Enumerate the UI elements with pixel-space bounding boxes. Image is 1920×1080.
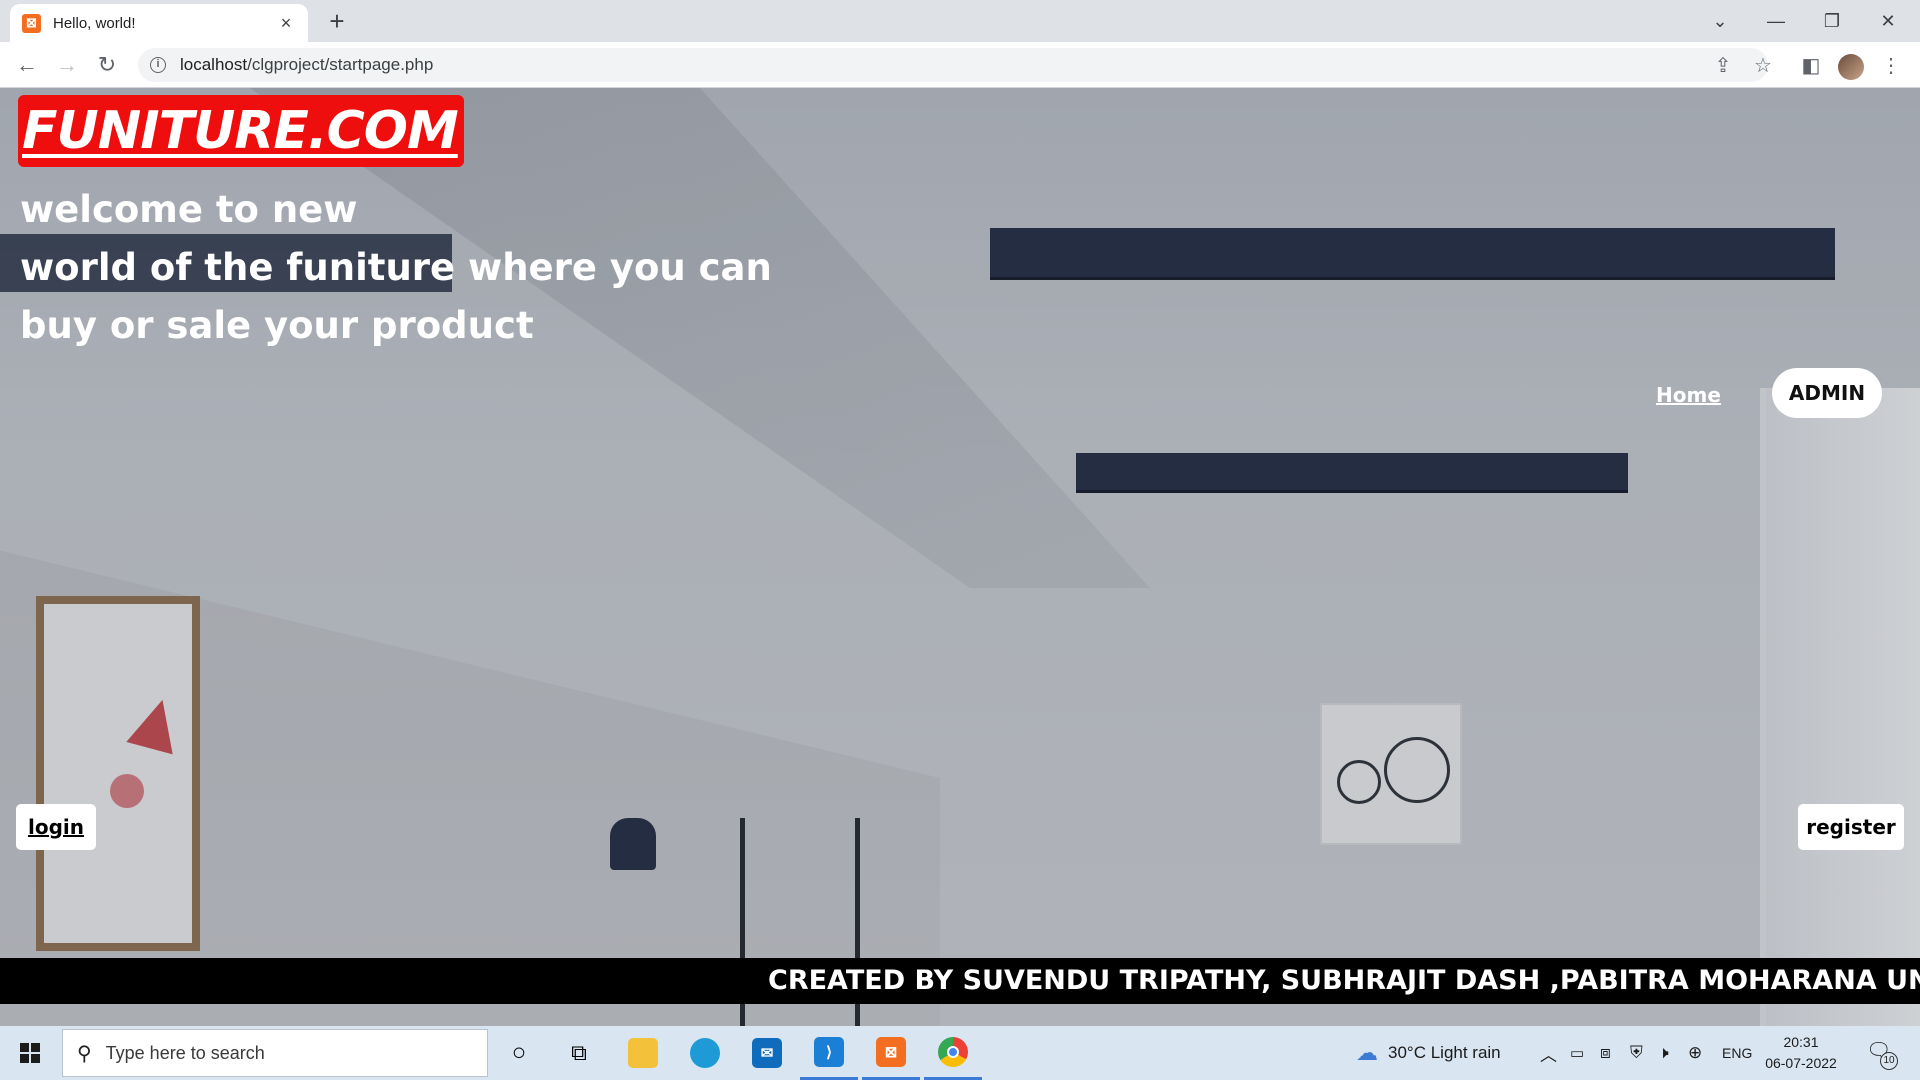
taskbar-search-box[interactable]: ⚲ Type here to search [62,1029,488,1077]
windows-logo-icon [20,1043,40,1063]
task-view-icon: ⧉ [571,1040,587,1065]
page-viewport: FUNITURE.COM welcome to new world of the… [0,88,1920,1026]
notification-count-badge: 10 [1880,1052,1898,1070]
credits-marquee: CREATED BY SUVENDU TRIPATHY, SUBHRAJIT D… [0,958,1920,1004]
new-tab-button[interactable]: + [322,7,352,37]
chrome-icon [938,1036,968,1067]
windows-taskbar: ⚲ Type here to search ○ ⧉ ✉ ⟩ ⊠ ☁ 30°C L… [0,1026,1920,1080]
url-text[interactable]: localhost/clgproject/startpage.php [180,55,433,75]
bookmark-star-icon[interactable]: ☆ [1748,50,1778,80]
volume-muted-icon[interactable]: 🕨 [1658,1026,1669,1080]
clock-time: 20:31 [1783,1034,1819,1050]
weather-widget[interactable]: ☁ 30°C Light rain [1356,1026,1501,1080]
tab-title: Hello, world! [53,14,136,32]
forward-button[interactable]: → [52,50,82,80]
login-button[interactable]: login [16,804,96,850]
xampp-favicon-icon: ⊠ [22,13,41,33]
share-icon[interactable]: ⇪ [1708,50,1738,80]
browser-tab-strip: ⊠ Hello, world! × + ⌄ — ❐ ✕ [0,0,1920,42]
cortana-button[interactable]: ○ [490,1026,548,1080]
xampp-icon: ⊠ [876,1036,906,1067]
taskbar-mail[interactable]: ✉ [738,1026,796,1080]
security-shield-icon[interactable]: ⛨ [1630,1026,1643,1080]
back-button[interactable]: ← [12,50,42,80]
restore-button[interactable]: ❐ [1804,0,1860,42]
language-indicator[interactable]: ENG [1722,1026,1752,1080]
reload-button[interactable]: ↻ [92,50,122,80]
mail-icon: ✉ [752,1038,782,1068]
taskbar-xampp[interactable]: ⊠ [862,1026,920,1080]
taskbar-chrome[interactable] [924,1026,982,1080]
start-button[interactable] [0,1026,60,1080]
tagline-line: world of the funiture where you can [20,246,772,289]
menu-kebab-icon[interactable]: ⋮ [1876,50,1906,80]
site-info-icon[interactable]: i [150,57,166,73]
weather-text: 30°C Light rain [1388,1043,1501,1062]
tagline-line: welcome to new [20,188,358,231]
close-window-button[interactable]: ✕ [1860,0,1916,42]
rain-cloud-icon: ☁ [1356,1040,1378,1065]
notification-center-button[interactable]: 🗨 10 [1866,1038,1898,1070]
network-globe-icon[interactable]: ⊕ [1688,1026,1702,1080]
cortana-circle-icon: ○ [511,1039,527,1066]
task-view-button[interactable]: ⧉ [550,1026,608,1080]
minimize-button[interactable]: — [1748,0,1804,42]
browser-tab[interactable]: ⊠ Hello, world! × [10,4,308,42]
marquee-text: CREATED BY SUVENDU TRIPATHY, SUBHRAJIT D… [768,965,1920,996]
browser-toolbar: ← → ↻ i localhost/clgproject/startpage.p… [0,42,1920,88]
taskbar-clock[interactable]: 20:31 06-07-2022 [1760,1032,1842,1074]
profile-avatar[interactable] [1838,54,1864,80]
search-icon: ⚲ [77,1042,92,1065]
taskbar-edge[interactable] [676,1026,734,1080]
tagline-line: buy or sale your product [20,304,534,347]
clock-date: 06-07-2022 [1765,1055,1837,1071]
meet-icon[interactable]: ⧈ [1600,1026,1611,1080]
site-logo[interactable]: FUNITURE.COM [18,95,464,167]
folder-icon [628,1038,658,1068]
register-button[interactable]: register [1798,804,1904,850]
side-panel-icon[interactable]: ◧ [1796,50,1826,80]
vscode-icon: ⟩ [814,1036,844,1067]
nav-home-link[interactable]: Home [1656,383,1721,407]
tab-close-icon[interactable]: × [276,13,296,34]
address-bar[interactable]: i localhost/clgproject/startpage.php [138,48,1768,82]
taskbar-vscode[interactable]: ⟩ [800,1026,858,1080]
battery-icon[interactable]: ▭ [1570,1026,1584,1080]
welcome-tagline: welcome to new world of the funiture whe… [20,181,772,355]
edge-icon [690,1038,720,1068]
tray-chevron-icon[interactable]: ︿ [1540,1026,1557,1080]
search-placeholder: Type here to search [105,1042,265,1063]
taskbar-file-explorer[interactable] [614,1026,672,1080]
admin-button[interactable]: ADMIN [1772,368,1882,418]
tab-search-dropdown-icon[interactable]: ⌄ [1692,0,1748,42]
